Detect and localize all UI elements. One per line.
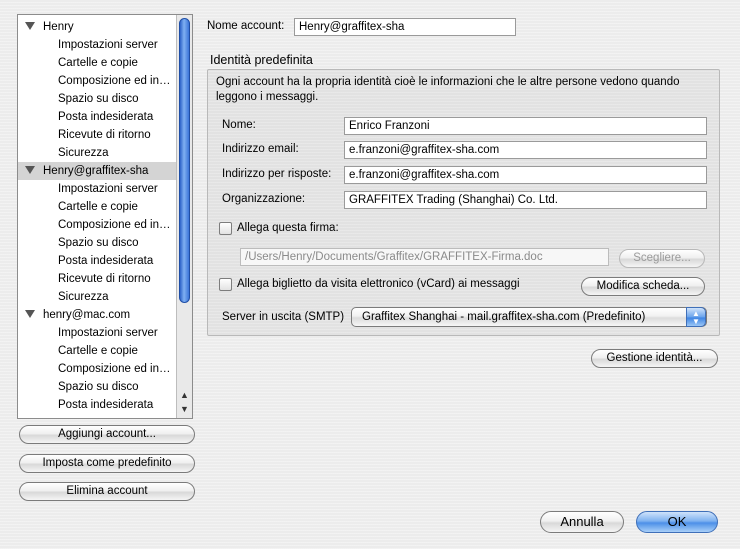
account-settings-item[interactable]: Ricevute di ritorno <box>18 126 176 144</box>
account-name: Henry@graffitex-sha <box>43 165 149 177</box>
disclosure-triangle-icon[interactable] <box>25 309 35 318</box>
account-settings-item[interactable]: Sicurezza <box>18 144 176 162</box>
account-settings-item[interactable]: Composizione ed in… <box>18 72 176 90</box>
account-settings-item[interactable]: Cartelle e copie <box>18 198 176 216</box>
account-settings-item[interactable]: Cartelle e copie <box>18 54 176 72</box>
disclosure-triangle-icon[interactable] <box>25 21 35 30</box>
cancel-button[interactable]: Annulla <box>540 511 624 533</box>
organization-field[interactable]: GRAFFITEX Trading (Shanghai) Co. Ltd. <box>344 191 707 209</box>
account-settings-item[interactable]: Composizione ed in… <box>18 216 176 234</box>
email-label: Indirizzo email: <box>222 143 299 155</box>
account-settings-item[interactable]: Sicurezza <box>18 288 176 306</box>
name-label: Nome: <box>222 119 256 131</box>
name-field[interactable]: Enrico Franzoni <box>344 117 707 135</box>
account-settings-item[interactable]: Impostazioni server <box>18 180 176 198</box>
account-name: Henry <box>43 21 74 33</box>
edit-card-button[interactable]: Modifica scheda... <box>581 277 705 296</box>
reply-to-label: Indirizzo per risposte: <box>222 168 332 180</box>
smtp-server-popup[interactable]: Graffitex Shanghai - mail.graffitex-sha.… <box>351 307 707 327</box>
attach-vcard-label: Allega biglietto da visita elettronico (… <box>237 278 520 290</box>
add-account-button[interactable]: Aggiungi account... <box>19 425 195 444</box>
choose-signature-button[interactable]: Scegliere... <box>619 249 705 268</box>
set-default-button[interactable]: Imposta come predefinito <box>19 454 195 473</box>
delete-account-button[interactable]: Elimina account <box>19 482 195 501</box>
account-name-field[interactable]: Henry@graffitex-sha <box>294 18 516 36</box>
account-settings-item[interactable]: Composizione ed in… <box>18 360 176 378</box>
identity-section-title: Identità predefinita <box>210 53 313 67</box>
account-settings-item[interactable]: Posta indesiderata <box>18 396 176 414</box>
account-row[interactable]: Henry@graffitex-sha <box>18 162 184 180</box>
account-row[interactable]: Henry <box>18 18 184 36</box>
scroll-up-arrow-icon[interactable]: ▲ <box>179 390 190 401</box>
reply-to-field[interactable]: e.franzoni@graffitex-sha.com <box>344 166 707 184</box>
account-settings-item[interactable]: Posta indesiderata <box>18 108 176 126</box>
manage-identities-button[interactable]: Gestione identità... <box>591 349 718 368</box>
account-settings-item[interactable]: Spazio su disco <box>18 90 176 108</box>
account-name-label: Nome account: <box>207 20 285 32</box>
smtp-label: Server in uscita (SMTP) <box>222 311 345 323</box>
attach-signature-label: Allega questa firma: <box>237 222 339 234</box>
account-tree[interactable]: Henry Impostazioni server Cartelle e copie… <box>17 14 193 419</box>
account-settings-item[interactable]: Spazio su disco <box>18 234 176 252</box>
organization-label: Organizzazione: <box>222 193 306 205</box>
tree-scrollbar[interactable]: ▲ ▼ <box>176 15 192 418</box>
smtp-server-value: Graffitex Shanghai - mail.graffitex-sha.… <box>362 311 646 323</box>
attach-vcard-checkbox[interactable] <box>219 278 232 291</box>
account-name: henry@mac.com <box>43 309 131 321</box>
scroll-down-arrow-icon[interactable]: ▼ <box>179 404 190 415</box>
scrollbar-thumb[interactable] <box>179 18 190 303</box>
account-settings-item[interactable]: Ricevute di ritorno <box>18 270 176 288</box>
account-settings-item[interactable]: Impostazioni server <box>18 324 176 342</box>
account-row[interactable]: henry@mac.com <box>18 306 184 324</box>
account-settings-item[interactable]: Posta indesiderata <box>18 252 176 270</box>
email-field[interactable]: e.franzoni@graffitex-sha.com <box>344 141 707 159</box>
disclosure-triangle-icon[interactable] <box>25 165 35 174</box>
ok-button[interactable]: OK <box>636 511 718 533</box>
popup-arrows-icon: ▲ ▼ <box>686 307 706 327</box>
account-settings-item[interactable]: Impostazioni server <box>18 36 176 54</box>
signature-path-field: /Users/Henry/Documents/Graffitex/GRAFFIT… <box>240 248 609 266</box>
identity-description: Ogni account ha la propria identità cioè… <box>216 76 680 103</box>
account-settings-item[interactable]: Cartelle e copie <box>18 342 176 360</box>
account-settings-item[interactable]: Spazio su disco <box>18 378 176 396</box>
attach-signature-checkbox[interactable] <box>219 222 232 235</box>
